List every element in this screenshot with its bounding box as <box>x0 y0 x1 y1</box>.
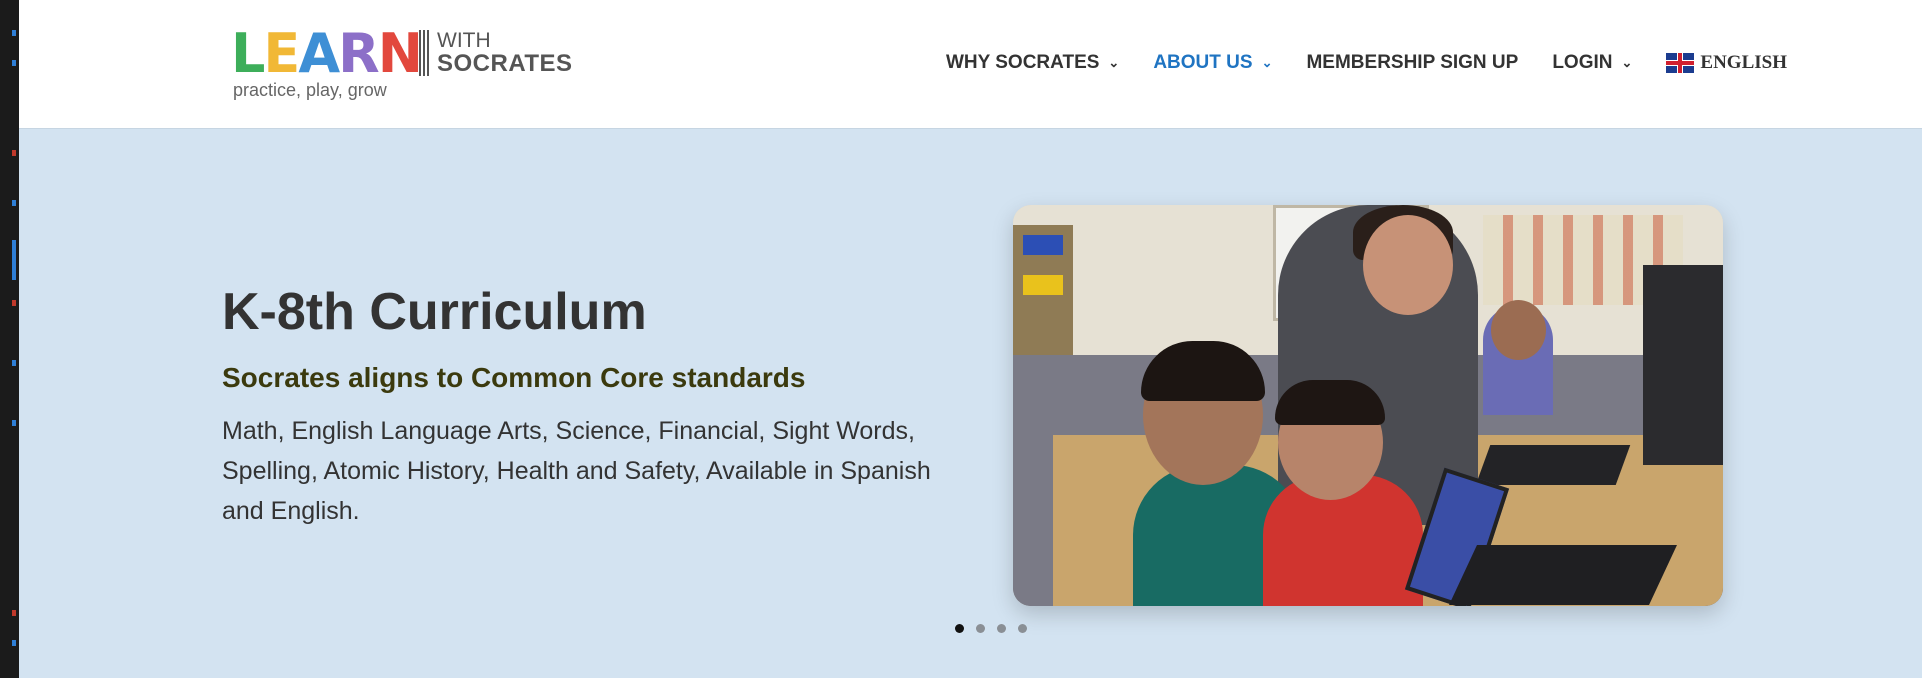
logo-learn-text: LEARN <box>231 22 423 85</box>
nav-item-about-us[interactable]: ABOUT US ⌄ <box>1153 52 1272 74</box>
uk-flag-icon <box>1666 53 1695 73</box>
nav-item-membership-sign-up[interactable]: MEMBERSHIP SIGN UP <box>1306 52 1518 74</box>
hero-description: Math, English Language Arts, Science, Fi… <box>222 417 931 525</box>
chevron-down-icon: ⌄ <box>1621 55 1633 70</box>
logo-with-text: WITH <box>437 29 491 52</box>
hero-subtitle: Socrates aligns to Common Core standards <box>222 362 806 393</box>
main-nav: WHY SOCRATES ⌄ ABOUT US ⌄ MEMBERSHIP SIGN … <box>946 47 1787 79</box>
language-selector[interactable]: ENGLISH <box>1666 52 1787 74</box>
slide-dot-2[interactable] <box>976 624 985 633</box>
logo-socrates-text: SOCRATES <box>437 50 573 77</box>
slider-dots <box>955 624 1039 633</box>
logo-bars-icon <box>419 30 431 76</box>
chevron-down-icon: ⌄ <box>1108 55 1120 70</box>
site-header: LEARN WITH SOCRATES practice, play, grow… <box>19 0 1922 128</box>
nav-item-login[interactable]: LOGIN ⌄ <box>1552 52 1632 74</box>
language-label: ENGLISH <box>1700 52 1787 73</box>
slide-dot-1[interactable] <box>955 624 964 633</box>
learn-with-socrates-logo[interactable]: LEARN WITH SOCRATES practice, play, grow <box>213 24 573 102</box>
left-edge-strip <box>0 0 19 678</box>
slide-dot-3[interactable] <box>997 624 1006 633</box>
chevron-down-icon: ⌄ <box>1261 55 1273 70</box>
hero-slider: K-8th Curriculum Socrates aligns to Comm… <box>19 128 1922 678</box>
slide-dot-4[interactable] <box>1018 624 1027 633</box>
hero-title: K-8th Curriculum <box>222 283 647 341</box>
classroom-photo <box>1013 205 1723 606</box>
nav-item-why-socrates[interactable]: WHY SOCRATES ⌄ <box>946 52 1119 74</box>
logo-tagline: practice, play, grow <box>233 80 387 100</box>
